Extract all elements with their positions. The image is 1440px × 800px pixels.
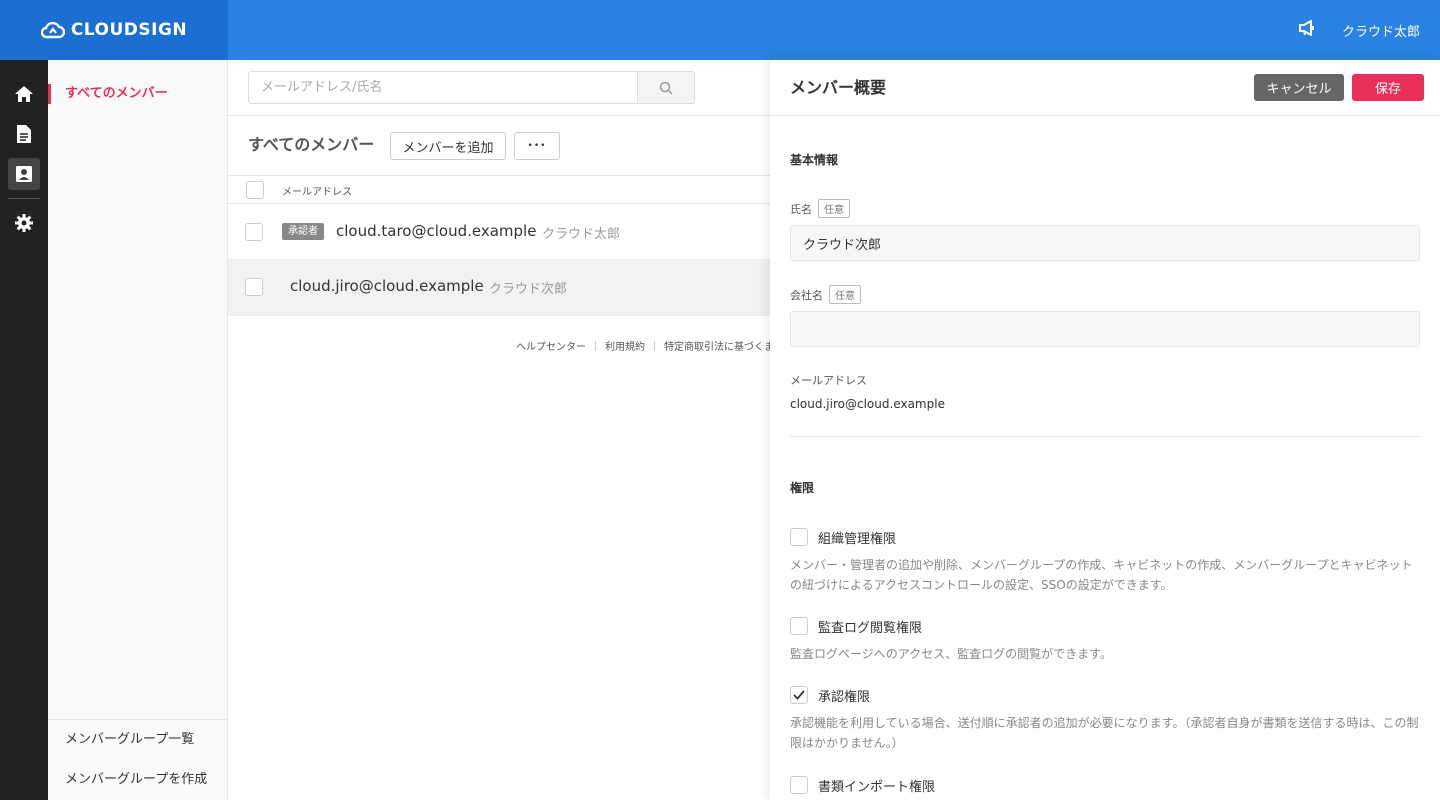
search-bar bbox=[228, 60, 770, 116]
search-input[interactable] bbox=[248, 71, 638, 104]
logo[interactable]: CLOUDSIGN bbox=[0, 0, 228, 60]
email-value: cloud.jiro@cloud.example bbox=[790, 397, 945, 411]
permission-checkbox[interactable] bbox=[790, 686, 808, 704]
row-checkbox[interactable] bbox=[245, 223, 263, 241]
name-label-text: 氏名 bbox=[790, 202, 812, 216]
row-name: クラウド次郎 bbox=[489, 282, 568, 297]
permission-label: 組織管理権限 bbox=[818, 531, 897, 547]
app-header: CLOUDSIGN クラウド太郎 bbox=[0, 0, 1440, 60]
sidebar-item-all-members[interactable]: すべてのメンバー bbox=[48, 84, 226, 104]
sidebar: すべてのメンバー メンバーグループ一覧 メンバーグループを作成 bbox=[48, 60, 228, 800]
name-label: 氏名 任意 bbox=[790, 199, 850, 218]
icon-rail bbox=[0, 60, 48, 800]
column-header-email: メールアドレス bbox=[282, 187, 352, 198]
permission-desc: メンバー・管理者の追加や削除、メンバーグループの作成、キャビネットの作成、メンバ… bbox=[790, 558, 1413, 592]
row-email: cloud.taro@cloud.example bbox=[336, 222, 537, 240]
check-icon bbox=[793, 690, 805, 700]
approver-badge: 承認者 bbox=[282, 223, 324, 240]
footer-link-help[interactable]: ヘルプセンター bbox=[516, 342, 586, 353]
permission-approval: 承認権限 承認機能を利用している場合、送付順に承認者の追加が必要になります。（承… bbox=[790, 685, 1420, 753]
email-label: メールアドレス bbox=[790, 374, 867, 387]
logo-text: CLOUDSIGN bbox=[70, 20, 188, 40]
permission-audit-log: 監査ログ閲覧権限 監査ログページへのアクセス、監査ログの閲覧ができます。 bbox=[790, 616, 1420, 664]
row-name: クラウド太郎 bbox=[542, 227, 621, 242]
home-icon[interactable] bbox=[8, 78, 40, 110]
save-button[interactable]: 保存 bbox=[1352, 74, 1424, 101]
member-list-area: すべてのメンバー メンバーを追加 ••• メールアドレス 承認者 cloud.t… bbox=[228, 60, 774, 800]
permission-label: 承認権限 bbox=[818, 689, 871, 705]
basic-info-title: 基本情報 bbox=[790, 153, 839, 167]
footer-links: ヘルプセンター 利用規約 特定商取引法に基づくま bbox=[516, 338, 774, 353]
sidebar-item-group-list[interactable]: メンバーグループ一覧 bbox=[48, 720, 227, 760]
panel-header: メンバー概要 キャンセル 保存 bbox=[770, 60, 1440, 116]
list-header: すべてのメンバー メンバーを追加 ••• bbox=[228, 116, 770, 176]
panel-title: メンバー概要 bbox=[790, 78, 887, 97]
optional-tag: 任意 bbox=[829, 285, 861, 304]
cancel-button[interactable]: キャンセル bbox=[1254, 74, 1344, 101]
search-icon bbox=[659, 81, 673, 95]
footer-link-terms[interactable]: 利用規約 bbox=[605, 342, 645, 353]
permission-label: 監査ログ閲覧権限 bbox=[818, 620, 923, 636]
permission-checkbox[interactable] bbox=[790, 528, 808, 546]
permissions-title: 権限 bbox=[790, 481, 815, 495]
permission-org-admin: 組織管理権限 メンバー・管理者の追加や削除、メンバーグループの作成、キャビネット… bbox=[790, 527, 1420, 595]
permission-desc: 承認機能を利用している場合、送付順に承認者の追加が必要になります。（承認者自身が… bbox=[790, 716, 1419, 750]
add-member-button[interactable]: メンバーを追加 bbox=[390, 132, 506, 160]
search-button[interactable] bbox=[637, 71, 695, 104]
megaphone-icon[interactable] bbox=[1298, 19, 1316, 40]
table-row[interactable]: 承認者 cloud.taro@cloud.example クラウド太郎 bbox=[228, 204, 770, 260]
permission-label: 書類インポート権限 bbox=[818, 779, 936, 795]
rail-divider bbox=[8, 198, 40, 199]
company-field[interactable] bbox=[790, 311, 1420, 347]
permission-desc: 監査ログページへのアクセス、監査ログの閲覧ができます。 bbox=[790, 647, 1112, 661]
sidebar-bottom: メンバーグループ一覧 メンバーグループを作成 bbox=[48, 719, 227, 800]
cloud-logo-icon bbox=[40, 21, 65, 39]
company-label-text: 会社名 bbox=[790, 288, 823, 302]
permission-checkbox[interactable] bbox=[790, 617, 808, 635]
footer-link-commerce[interactable]: 特定商取引法に基づくま bbox=[664, 342, 774, 353]
table-header: メールアドレス bbox=[228, 176, 770, 204]
user-menu[interactable]: クラウド太郎 bbox=[1342, 21, 1420, 40]
permission-checkbox[interactable] bbox=[790, 776, 808, 794]
gear-icon[interactable] bbox=[8, 207, 40, 239]
row-email: cloud.jiro@cloud.example bbox=[290, 277, 484, 295]
document-icon[interactable] bbox=[8, 118, 40, 150]
section-divider bbox=[790, 436, 1420, 437]
permission-document-import: 書類インポート権限 bbox=[790, 775, 1420, 795]
name-field[interactable] bbox=[790, 225, 1420, 261]
row-checkbox[interactable] bbox=[245, 278, 263, 296]
member-detail-panel: メンバー概要 キャンセル 保存 基本情報 氏名 任意 会社名 任意 メールアドレ… bbox=[770, 60, 1440, 800]
select-all-checkbox[interactable] bbox=[246, 181, 264, 199]
optional-tag: 任意 bbox=[818, 199, 850, 218]
more-options-button[interactable]: ••• bbox=[514, 132, 560, 160]
sidebar-item-create-group[interactable]: メンバーグループを作成 bbox=[48, 760, 227, 800]
contact-card-icon[interactable] bbox=[8, 158, 40, 190]
list-title: すべてのメンバー bbox=[248, 135, 375, 154]
table-row[interactable]: cloud.jiro@cloud.example クラウド次郎 bbox=[228, 260, 770, 316]
company-label: 会社名 任意 bbox=[790, 285, 861, 304]
